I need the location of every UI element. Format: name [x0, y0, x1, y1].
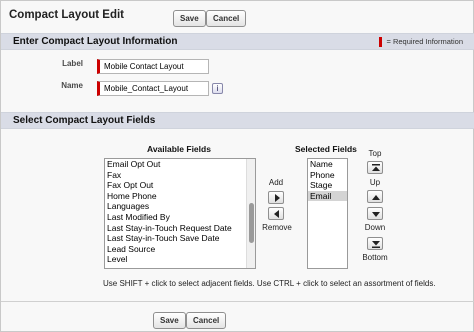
available-fields-header: Available Fields: [147, 144, 211, 154]
fields-section-title: Select Compact Layout Fields: [13, 115, 156, 126]
remove-left-arrow-button[interactable]: [268, 207, 284, 220]
available-list-item[interactable]: Last Stay-in-Touch Save Date: [105, 233, 255, 244]
right-arrow-icon: [275, 194, 280, 202]
info-icon[interactable]: i: [212, 83, 223, 94]
page-title: Compact Layout Edit: [9, 9, 125, 21]
top-label: Top: [368, 149, 382, 158]
required-note: = Required Information: [386, 37, 463, 46]
name-input[interactable]: [97, 81, 209, 96]
move-up-button[interactable]: [367, 190, 383, 203]
selected-list-item[interactable]: Email: [308, 190, 347, 202]
available-list-item[interactable]: Fax: [105, 170, 255, 181]
label-caption: Label: [62, 59, 83, 68]
up-label: Up: [369, 178, 381, 187]
available-list-item[interactable]: Languages: [105, 201, 255, 212]
cancel-button-top[interactable]: Cancel: [206, 10, 247, 27]
selection-hint: Use SHIFT + click to select adjacent fie…: [103, 279, 436, 288]
move-bottom-button[interactable]: [367, 237, 383, 250]
info-section-header: Enter Compact Layout Information = Requi…: [1, 33, 474, 50]
available-list-item[interactable]: Last Modified By: [105, 212, 255, 223]
fields-section-header: Select Compact Layout Fields: [1, 112, 474, 129]
save-button-top[interactable]: Save: [173, 10, 206, 27]
top-arrow-icon: [372, 164, 380, 171]
available-list-item[interactable]: Home Phone: [105, 191, 255, 202]
compact-layout-edit-panel: Compact Layout Edit Save Cancel Enter Co…: [0, 0, 474, 332]
down-label: Down: [364, 223, 386, 232]
cancel-button-bottom[interactable]: Cancel: [186, 312, 227, 329]
selected-list-item[interactable]: Phone: [308, 170, 347, 181]
add-label: Add: [268, 178, 284, 187]
info-section-title: Enter Compact Layout Information: [13, 36, 178, 47]
selected-list-item[interactable]: Stage: [308, 180, 347, 191]
up-arrow-icon: [372, 195, 380, 200]
remove-label: Remove: [262, 223, 292, 232]
available-list-item[interactable]: Last Stay-in-Touch Request Date: [105, 223, 255, 234]
selected-list-item[interactable]: Name: [308, 159, 347, 170]
available-list-item[interactable]: Lead Source: [105, 244, 255, 255]
move-top-button[interactable]: [367, 161, 383, 174]
name-caption: Name: [61, 81, 83, 90]
page-header: Compact Layout Edit Save Cancel: [1, 1, 474, 33]
label-input[interactable]: [97, 59, 209, 74]
add-right-arrow-button[interactable]: [268, 191, 284, 204]
available-fields-list[interactable]: Email Opt Out Fax Fax Opt Out Home Phone Lan…: [104, 158, 256, 269]
bottom-arrow-icon: [372, 241, 380, 248]
selected-fields-list[interactable]: Name Phone Stage Email: [307, 158, 348, 269]
left-arrow-icon: [274, 210, 279, 218]
footer-divider: [1, 301, 474, 302]
available-list-item[interactable]: Email Opt Out: [105, 159, 255, 170]
available-list-item[interactable]: Fax Opt Out: [105, 180, 255, 191]
selected-fields-header: Selected Fields: [295, 144, 357, 154]
down-arrow-icon: [372, 212, 380, 217]
available-list-item[interactable]: Level: [105, 254, 255, 265]
save-button-bottom[interactable]: Save: [153, 312, 186, 329]
required-legend: = Required Information: [379, 37, 463, 48]
move-down-button[interactable]: [367, 207, 383, 220]
scrollbar-thumb[interactable]: [249, 203, 254, 243]
available-scrollbar[interactable]: [246, 159, 255, 268]
bottom-label: Bottom: [362, 253, 388, 262]
required-marker-icon: [379, 37, 383, 48]
